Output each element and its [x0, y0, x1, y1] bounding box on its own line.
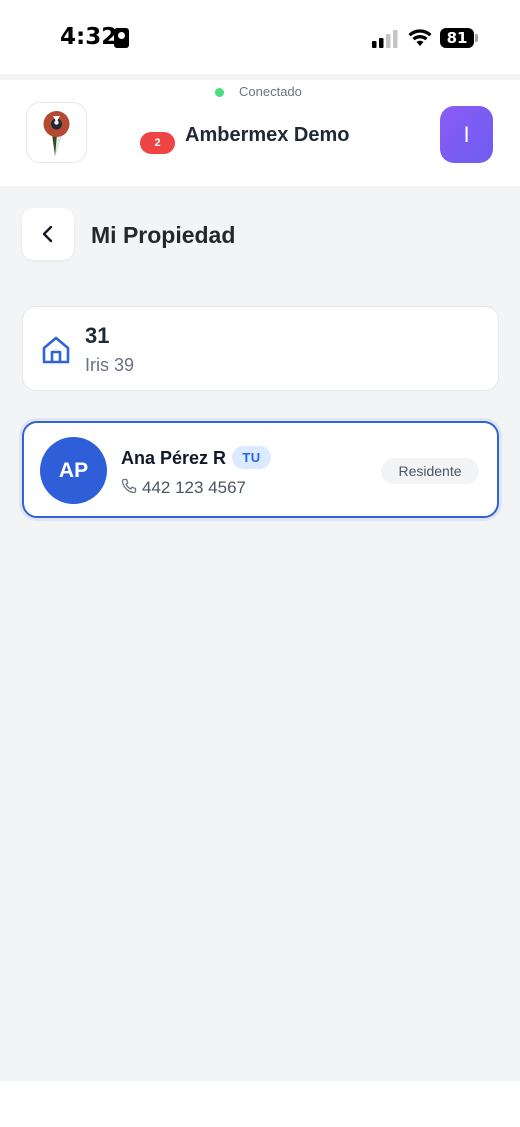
resident-name: Ana Pérez R: [121, 448, 227, 468]
map-pin-logo-icon: [43, 111, 70, 156]
signal-icon: [372, 30, 398, 48]
resident-avatar: AP: [40, 437, 107, 504]
resident-phone[interactable]: 442 123 4567: [142, 478, 246, 498]
phone-icon: [121, 478, 137, 494]
resident-card[interactable]: AP Ana Pérez R TU 442 123 4567 Residente: [22, 421, 499, 518]
battery-tip: [475, 34, 478, 42]
wifi-icon: [408, 29, 432, 46]
back-button[interactable]: [22, 208, 74, 260]
connection-dot: [215, 88, 224, 97]
status-bar: 4:32 81: [0, 0, 520, 74]
id-card-icon: [114, 28, 129, 48]
resident-role-badge: Residente: [381, 458, 479, 484]
notification-badge[interactable]: 2: [140, 132, 175, 154]
property-number: 31: [85, 323, 110, 348]
status-time: 4:32: [60, 24, 118, 50]
you-badge: TU: [232, 446, 271, 469]
chevron-left-icon: [42, 225, 53, 243]
home-icon: [42, 336, 70, 364]
page-title: Mi Propiedad: [91, 222, 236, 248]
app-logo[interactable]: [26, 102, 87, 163]
org-name[interactable]: Ambermex Demo: [185, 124, 350, 147]
battery-icon: 81: [440, 28, 474, 48]
property-address: Iris 39: [85, 355, 135, 375]
connection-status: Conectado: [239, 84, 302, 99]
app-header: Conectado 2 Ambermex Demo I: [0, 80, 520, 186]
property-card[interactable]: 31 Iris 39: [22, 306, 499, 391]
user-avatar-button[interactable]: I: [440, 106, 493, 163]
bottom-bar: [0, 1081, 520, 1127]
